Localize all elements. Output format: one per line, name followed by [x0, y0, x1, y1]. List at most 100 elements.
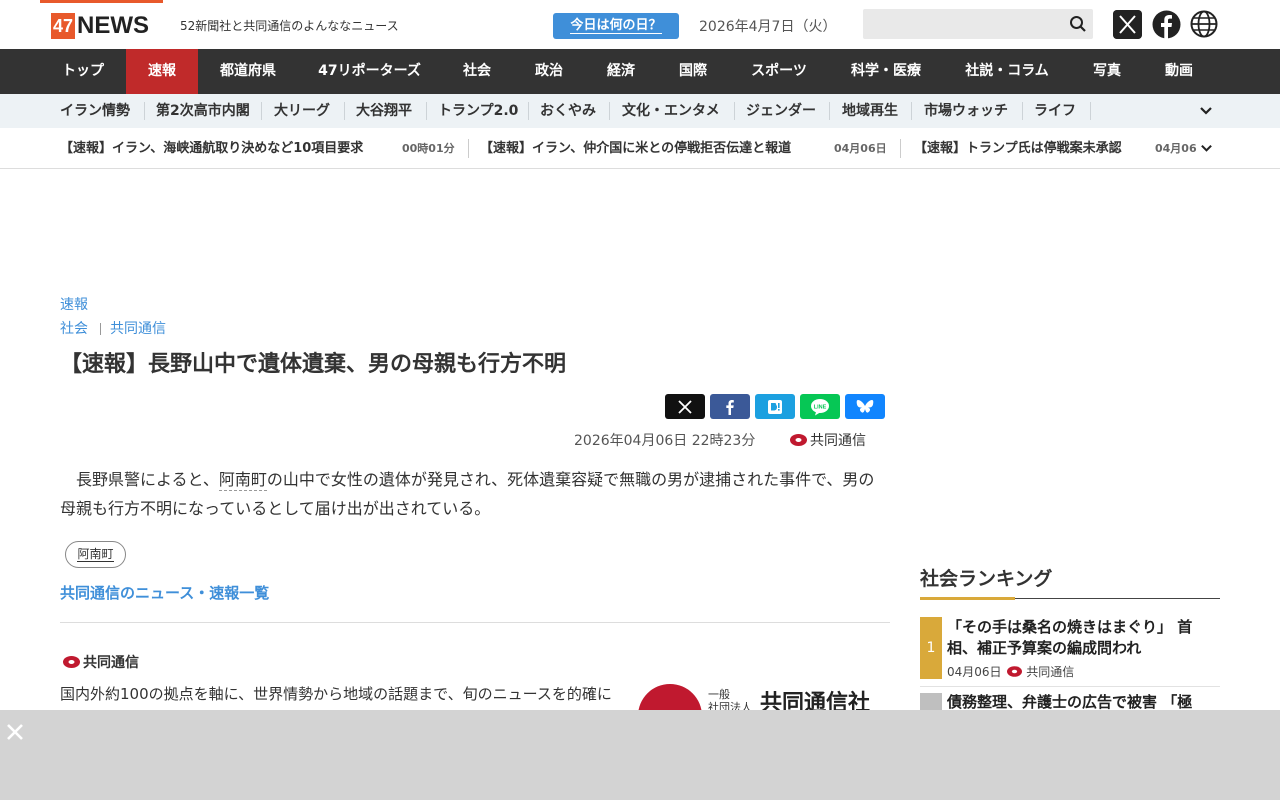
- site-logo[interactable]: 47 NEWS: [40, 0, 163, 49]
- nav-economy[interactable]: 経済: [585, 49, 657, 94]
- subnav-item[interactable]: 地域再生: [842, 94, 898, 128]
- ranking-title: 社会ランキング: [920, 568, 1053, 590]
- subnav-item[interactable]: 大リーグ: [274, 94, 330, 128]
- share-line-button[interactable]: LINE: [800, 394, 840, 419]
- subnav-divider: [609, 102, 610, 120]
- ranking-item-date: 04月06日: [947, 665, 1002, 679]
- nav-sports[interactable]: スポーツ: [729, 49, 829, 94]
- ticker-headline[interactable]: 【速報】イラン、海峡通航取り決めなど10項目要求: [60, 128, 363, 169]
- subnav-divider: [528, 102, 529, 120]
- hatena-bookmark-icon: [768, 399, 782, 414]
- ticker-headline[interactable]: 【速報】トランプ氏は停戦案未承認: [914, 128, 1122, 169]
- subnav-item[interactable]: 市場ウォッチ: [924, 94, 1008, 128]
- subnav-item[interactable]: イラン情勢: [60, 94, 130, 128]
- article-body-text: 長野県警によると、: [60, 470, 219, 489]
- source-name: 共同通信: [83, 655, 139, 671]
- today-button-label: 今日は何の日？: [570, 18, 662, 34]
- subnav-item[interactable]: 文化・エンタメ: [622, 94, 720, 128]
- share-x-button[interactable]: [665, 394, 705, 419]
- nav-society[interactable]: 社会: [441, 49, 513, 94]
- source-news-list-link[interactable]: 共同通信のニュース・速報一覧: [60, 582, 269, 603]
- article-tag-label: 阿南町: [77, 547, 114, 562]
- nav-videos[interactable]: 動画: [1143, 49, 1215, 94]
- nav-47reporters[interactable]: 47リポーターズ: [298, 49, 441, 94]
- article-source-link[interactable]: 共同通信: [110, 318, 166, 338]
- share-facebook-button[interactable]: [710, 394, 750, 419]
- kyodo-logo-icon: [790, 434, 807, 446]
- subnav-divider: [1022, 102, 1023, 120]
- ranking-divider: [920, 686, 1220, 687]
- today-button[interactable]: 今日は何の日？: [553, 13, 679, 39]
- subnav-item[interactable]: トランプ2.0: [438, 94, 518, 128]
- kyodo-logo-icon: [1007, 666, 1023, 677]
- article-date: 2026年04月06日 22時23分: [574, 433, 756, 449]
- ticker-divider: [900, 139, 901, 158]
- nav-photos[interactable]: 写真: [1071, 49, 1143, 94]
- site-tagline: 52新聞社と共同通信のよんななニュース: [180, 19, 399, 33]
- subnav-item[interactable]: 大谷翔平: [356, 94, 412, 128]
- facebook-icon: [726, 399, 734, 415]
- ticker-time: 00時01分: [402, 142, 455, 155]
- search-input[interactable]: [863, 9, 1058, 39]
- breaking-ticker: 【速報】イラン、海峡通航取り決めなど10項目要求 00時01分 【速報】イラン、…: [0, 128, 1280, 169]
- search-icon[interactable]: [1069, 15, 1087, 33]
- subnav-divider: [144, 102, 145, 120]
- nav-international[interactable]: 国際: [657, 49, 729, 94]
- share-bluesky-button[interactable]: [845, 394, 885, 419]
- article-body: 長野県警によると、阿南町の山中で女性の遺体が発見され、死体遺棄容疑で無職の男が逮…: [60, 465, 890, 523]
- ranking-item-meta: 04月06日 共同通信: [947, 663, 1074, 680]
- article-section[interactable]: 社会: [60, 318, 88, 338]
- globe-icon[interactable]: [1190, 10, 1218, 38]
- subnav-divider: [1090, 102, 1091, 120]
- search-box: [863, 9, 1093, 39]
- x-icon: [678, 399, 692, 414]
- kyodo-logo-icon: [63, 656, 80, 668]
- share-hatena-button[interactable]: [755, 394, 795, 419]
- article-source: 共同通信: [810, 433, 866, 449]
- ranking-item-title[interactable]: 「その手は桑名の焼きはまぐり」 首相、補正予算案の編成問われ: [947, 617, 1222, 659]
- place-link[interactable]: 阿南町: [218, 470, 267, 491]
- current-date: 2026年4月7日（火）: [699, 19, 837, 35]
- subnav-divider: [426, 102, 427, 120]
- article-title: 【速報】長野山中で遺体遺棄、男の母親も行方不明: [60, 352, 567, 377]
- ticker-divider: [468, 139, 469, 158]
- subnav-item[interactable]: 第2次高市内閣: [156, 94, 250, 128]
- subnav-divider: [261, 102, 262, 120]
- subnav-divider: [344, 102, 345, 120]
- subnav-divider: [829, 102, 830, 120]
- subnav-divider: [734, 102, 735, 120]
- site-header: 47 NEWS 52新聞社と共同通信のよんななニュース 今日は何の日？ 2026…: [0, 0, 1280, 49]
- subnav-item[interactable]: ライフ: [1034, 94, 1076, 128]
- x-icon[interactable]: [1113, 10, 1142, 39]
- nav-top[interactable]: トップ: [40, 49, 126, 94]
- rank-number: 1: [920, 617, 942, 679]
- bottom-ad-overlay: [0, 710, 1280, 800]
- main-nav: トップ 速報 都道府県 47リポーターズ 社会 政治 経済 国際 スポーツ 科学…: [0, 49, 1280, 94]
- nav-breaking[interactable]: 速報: [126, 49, 198, 94]
- category-divider: [100, 323, 101, 335]
- logo-text: NEWS: [77, 12, 150, 39]
- ticker-time: 04月06日: [834, 142, 887, 155]
- line-icon: LINE: [811, 398, 829, 415]
- subnav-item[interactable]: ジェンダー: [746, 94, 816, 128]
- nav-editorial[interactable]: 社説・コラム: [943, 49, 1071, 94]
- nav-prefectures[interactable]: 都道府県: [198, 49, 298, 94]
- subnav-divider: [911, 102, 912, 120]
- section-divider: [60, 622, 890, 623]
- nav-science[interactable]: 科学・医療: [829, 49, 943, 94]
- article-tag[interactable]: 阿南町: [65, 541, 126, 568]
- ranking-item-source: 共同通信: [1026, 665, 1075, 679]
- ticker-headline[interactable]: 【速報】イラン、仲介国に米との停戦拒否伝達と報道: [480, 128, 791, 169]
- nav-politics[interactable]: 政治: [513, 49, 585, 94]
- svg-text:LINE: LINE: [814, 404, 827, 410]
- chevron-down-icon[interactable]: [1200, 142, 1213, 155]
- subnav-item[interactable]: おくやみ: [540, 94, 596, 128]
- ticker-time: 04月06: [1155, 142, 1197, 155]
- sub-nav: イラン情勢 第2次高市内閣 大リーグ 大谷翔平 トランプ2.0 おくやみ 文化・…: [0, 94, 1280, 128]
- article-category[interactable]: 速報: [60, 294, 88, 314]
- ranking-underline-accent: [920, 597, 1015, 600]
- logo-number: 47: [51, 13, 76, 39]
- chevron-down-icon[interactable]: [1199, 104, 1213, 118]
- facebook-icon[interactable]: [1152, 10, 1181, 39]
- close-icon[interactable]: [5, 722, 25, 742]
